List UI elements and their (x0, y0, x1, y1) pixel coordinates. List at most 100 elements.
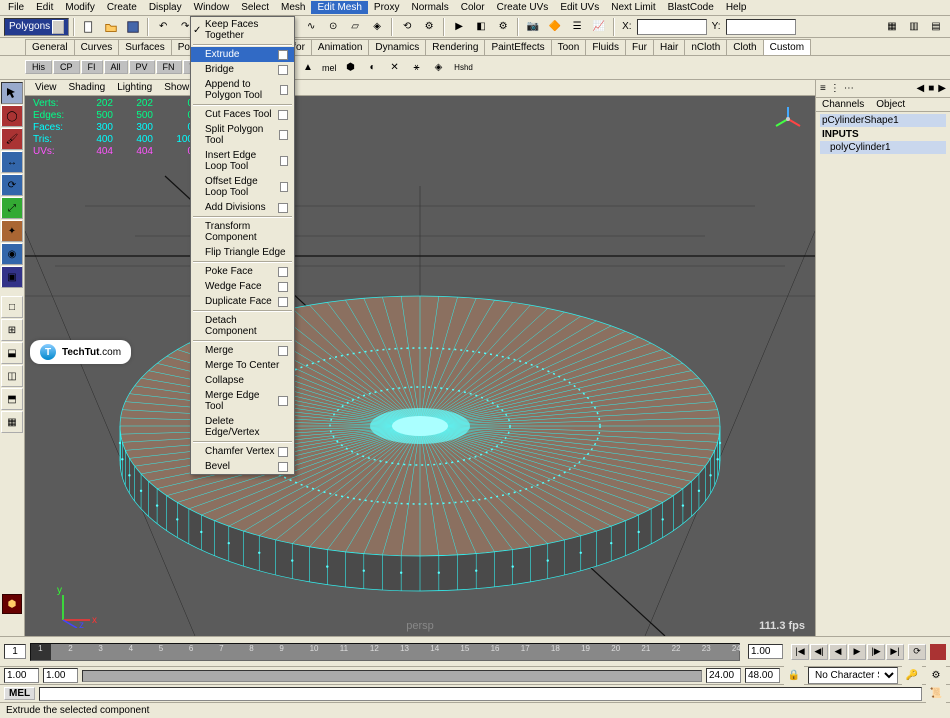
shelf-tab-cloth[interactable]: Cloth (726, 39, 763, 55)
prefs-icon[interactable]: ⚙ (926, 666, 946, 686)
menu-item-extrude[interactable]: Extrude (191, 47, 294, 62)
menu-help[interactable]: Help (720, 1, 753, 14)
history-icon[interactable]: ⟲ (397, 17, 417, 37)
shelf-tab-dynamics[interactable]: Dynamics (368, 39, 426, 55)
shelf-icon-3[interactable]: ⬢ (341, 58, 361, 78)
hypershade-icon[interactable]: 🔶 (545, 17, 565, 37)
option-box-icon[interactable] (278, 65, 288, 75)
option-box-icon[interactable] (280, 182, 288, 192)
layout-icon-2[interactable]: ▥ (904, 17, 924, 37)
cb-icon-6[interactable]: ▶ (938, 83, 946, 94)
ipr-icon[interactable]: ◧ (471, 17, 491, 37)
option-box-icon[interactable] (278, 282, 288, 292)
layout-preset-icon[interactable]: ▦ (1, 411, 23, 433)
view-cube-icon[interactable] (773, 104, 803, 134)
menu-item-offset-edge-loop-tool[interactable]: Offset Edge Loop Tool (191, 174, 294, 200)
shelf-icon-7[interactable]: ◈ (429, 58, 449, 78)
module-selector[interactable]: Polygons (4, 18, 69, 36)
manip-tool[interactable]: ✦ (1, 220, 23, 242)
shelf-tab-general[interactable]: General (25, 39, 75, 55)
play-fwd-button[interactable]: ▶ (848, 644, 866, 660)
snap-live-icon[interactable]: ◈ (367, 17, 387, 37)
cb-icon-5[interactable]: ■ (928, 83, 934, 94)
script-editor-icon[interactable]: 📜 (926, 684, 946, 704)
render-settings-icon[interactable]: ⚙ (493, 17, 513, 37)
option-box-icon[interactable] (278, 203, 288, 213)
menu-color[interactable]: Color (455, 1, 491, 14)
menu-modify[interactable]: Modify (59, 1, 100, 14)
three-pane-icon[interactable]: ⬒ (1, 388, 23, 410)
shelf-tab-toon[interactable]: Toon (551, 39, 587, 55)
graph-editor-icon[interactable]: 📈 (589, 17, 609, 37)
vp-menu-shading[interactable]: Shading (63, 81, 112, 94)
last-tool[interactable]: ▣ (1, 266, 23, 288)
menu-edit-uvs[interactable]: Edit UVs (554, 1, 605, 14)
menu-item-chamfer-vertex[interactable]: Chamfer Vertex (191, 444, 294, 459)
shelf-tab-fur[interactable]: Fur (625, 39, 654, 55)
coord-y-input[interactable] (726, 19, 796, 35)
file-save-icon[interactable] (123, 17, 143, 37)
object-tab[interactable]: Object (870, 98, 911, 111)
vp-menu-view[interactable]: View (29, 81, 63, 94)
coord-x-input[interactable] (637, 19, 707, 35)
shelf-tab-rendering[interactable]: Rendering (425, 39, 485, 55)
play-start[interactable]: 1.00 (43, 668, 78, 683)
menu-select[interactable]: Select (235, 1, 275, 14)
menu-item-keep-faces-together[interactable]: Keep Faces Together (191, 17, 294, 43)
menu-proxy[interactable]: Proxy (368, 1, 406, 14)
time-track[interactable]: 123456789101112131415161718192021222324 (30, 643, 740, 661)
option-box-icon[interactable] (278, 462, 288, 472)
play-back-button[interactable]: ◀ (829, 644, 847, 660)
menu-item-delete-edge-vertex[interactable]: Delete Edge/Vertex (191, 414, 294, 440)
single-pane-icon[interactable]: □ (1, 296, 23, 318)
menu-create[interactable]: Create (101, 1, 143, 14)
step-fwd-button[interactable]: |▶ (867, 644, 885, 660)
four-pane-icon[interactable]: ⊞ (1, 319, 23, 341)
option-box-icon[interactable] (278, 297, 288, 307)
menu-item-add-divisions[interactable]: Add Divisions (191, 200, 294, 215)
menu-edit[interactable]: Edit (30, 1, 59, 14)
loop-button[interactable]: ⟳ (908, 644, 926, 660)
cb-icon-3[interactable]: ⋯ (844, 83, 854, 94)
cb-icon-2[interactable]: ⋮ (830, 83, 840, 94)
menu-item-duplicate-face[interactable]: Duplicate Face (191, 294, 294, 309)
shelf-icon-5[interactable]: ✕ (385, 58, 405, 78)
file-open-icon[interactable] (101, 17, 121, 37)
layout-icon-3[interactable]: ▤ (926, 17, 946, 37)
shelf-icon-4[interactable]: ◐ (363, 58, 383, 78)
option-box-icon[interactable] (278, 447, 288, 457)
paint-tool[interactable]: 🖌 (1, 128, 23, 150)
scale-tool[interactable]: ⤢ (1, 197, 23, 219)
soft-tool[interactable]: ◉ (1, 243, 23, 265)
cb-icon-4[interactable]: ◀ (917, 83, 925, 94)
select-tool[interactable] (1, 82, 23, 104)
mask-fn[interactable]: FN (156, 60, 182, 74)
menu-mesh[interactable]: Mesh (275, 1, 311, 14)
shelf-tab-painteffects[interactable]: PaintEffects (484, 39, 551, 55)
menu-item-bevel[interactable]: Bevel (191, 459, 294, 474)
two-pane-h-icon[interactable]: ⬓ (1, 342, 23, 364)
option-box-icon[interactable] (278, 346, 288, 356)
character-set-select[interactable]: No Character Set (808, 667, 898, 684)
viewport[interactable]: Verts:2022020 Edges:5005000 Faces:300300… (25, 96, 815, 636)
menu-create-uvs[interactable]: Create UVs (491, 1, 555, 14)
menu-item-split-polygon-tool[interactable]: Split Polygon Tool (191, 122, 294, 148)
rotate-tool[interactable]: ⟳ (1, 174, 23, 196)
anim-end[interactable]: 48.00 (745, 668, 780, 683)
mask-pv[interactable]: PV (129, 60, 155, 74)
menu-item-cut-faces-tool[interactable]: Cut Faces Tool (191, 107, 294, 122)
mask-his[interactable]: His (25, 60, 52, 74)
snap-curve-icon[interactable]: ∿ (301, 17, 321, 37)
outliner-icon[interactable]: ☰ (567, 17, 587, 37)
shape-node[interactable]: pCylinderShape1 (820, 114, 946, 127)
shelf-icon-6[interactable]: ⚹ (407, 58, 427, 78)
menu-item-wedge-face[interactable]: Wedge Face (191, 279, 294, 294)
vp-menu-lighting[interactable]: Lighting (111, 81, 158, 94)
anim-start[interactable]: 1.00 (4, 668, 39, 683)
snap-plane-icon[interactable]: ▱ (345, 17, 365, 37)
menu-file[interactable]: File (2, 1, 30, 14)
option-box-icon[interactable] (278, 396, 288, 406)
menu-item-merge-to-center[interactable]: Merge To Center (191, 358, 294, 373)
option-box-icon[interactable] (278, 50, 288, 60)
menu-item-insert-edge-loop-tool[interactable]: Insert Edge Loop Tool (191, 148, 294, 174)
